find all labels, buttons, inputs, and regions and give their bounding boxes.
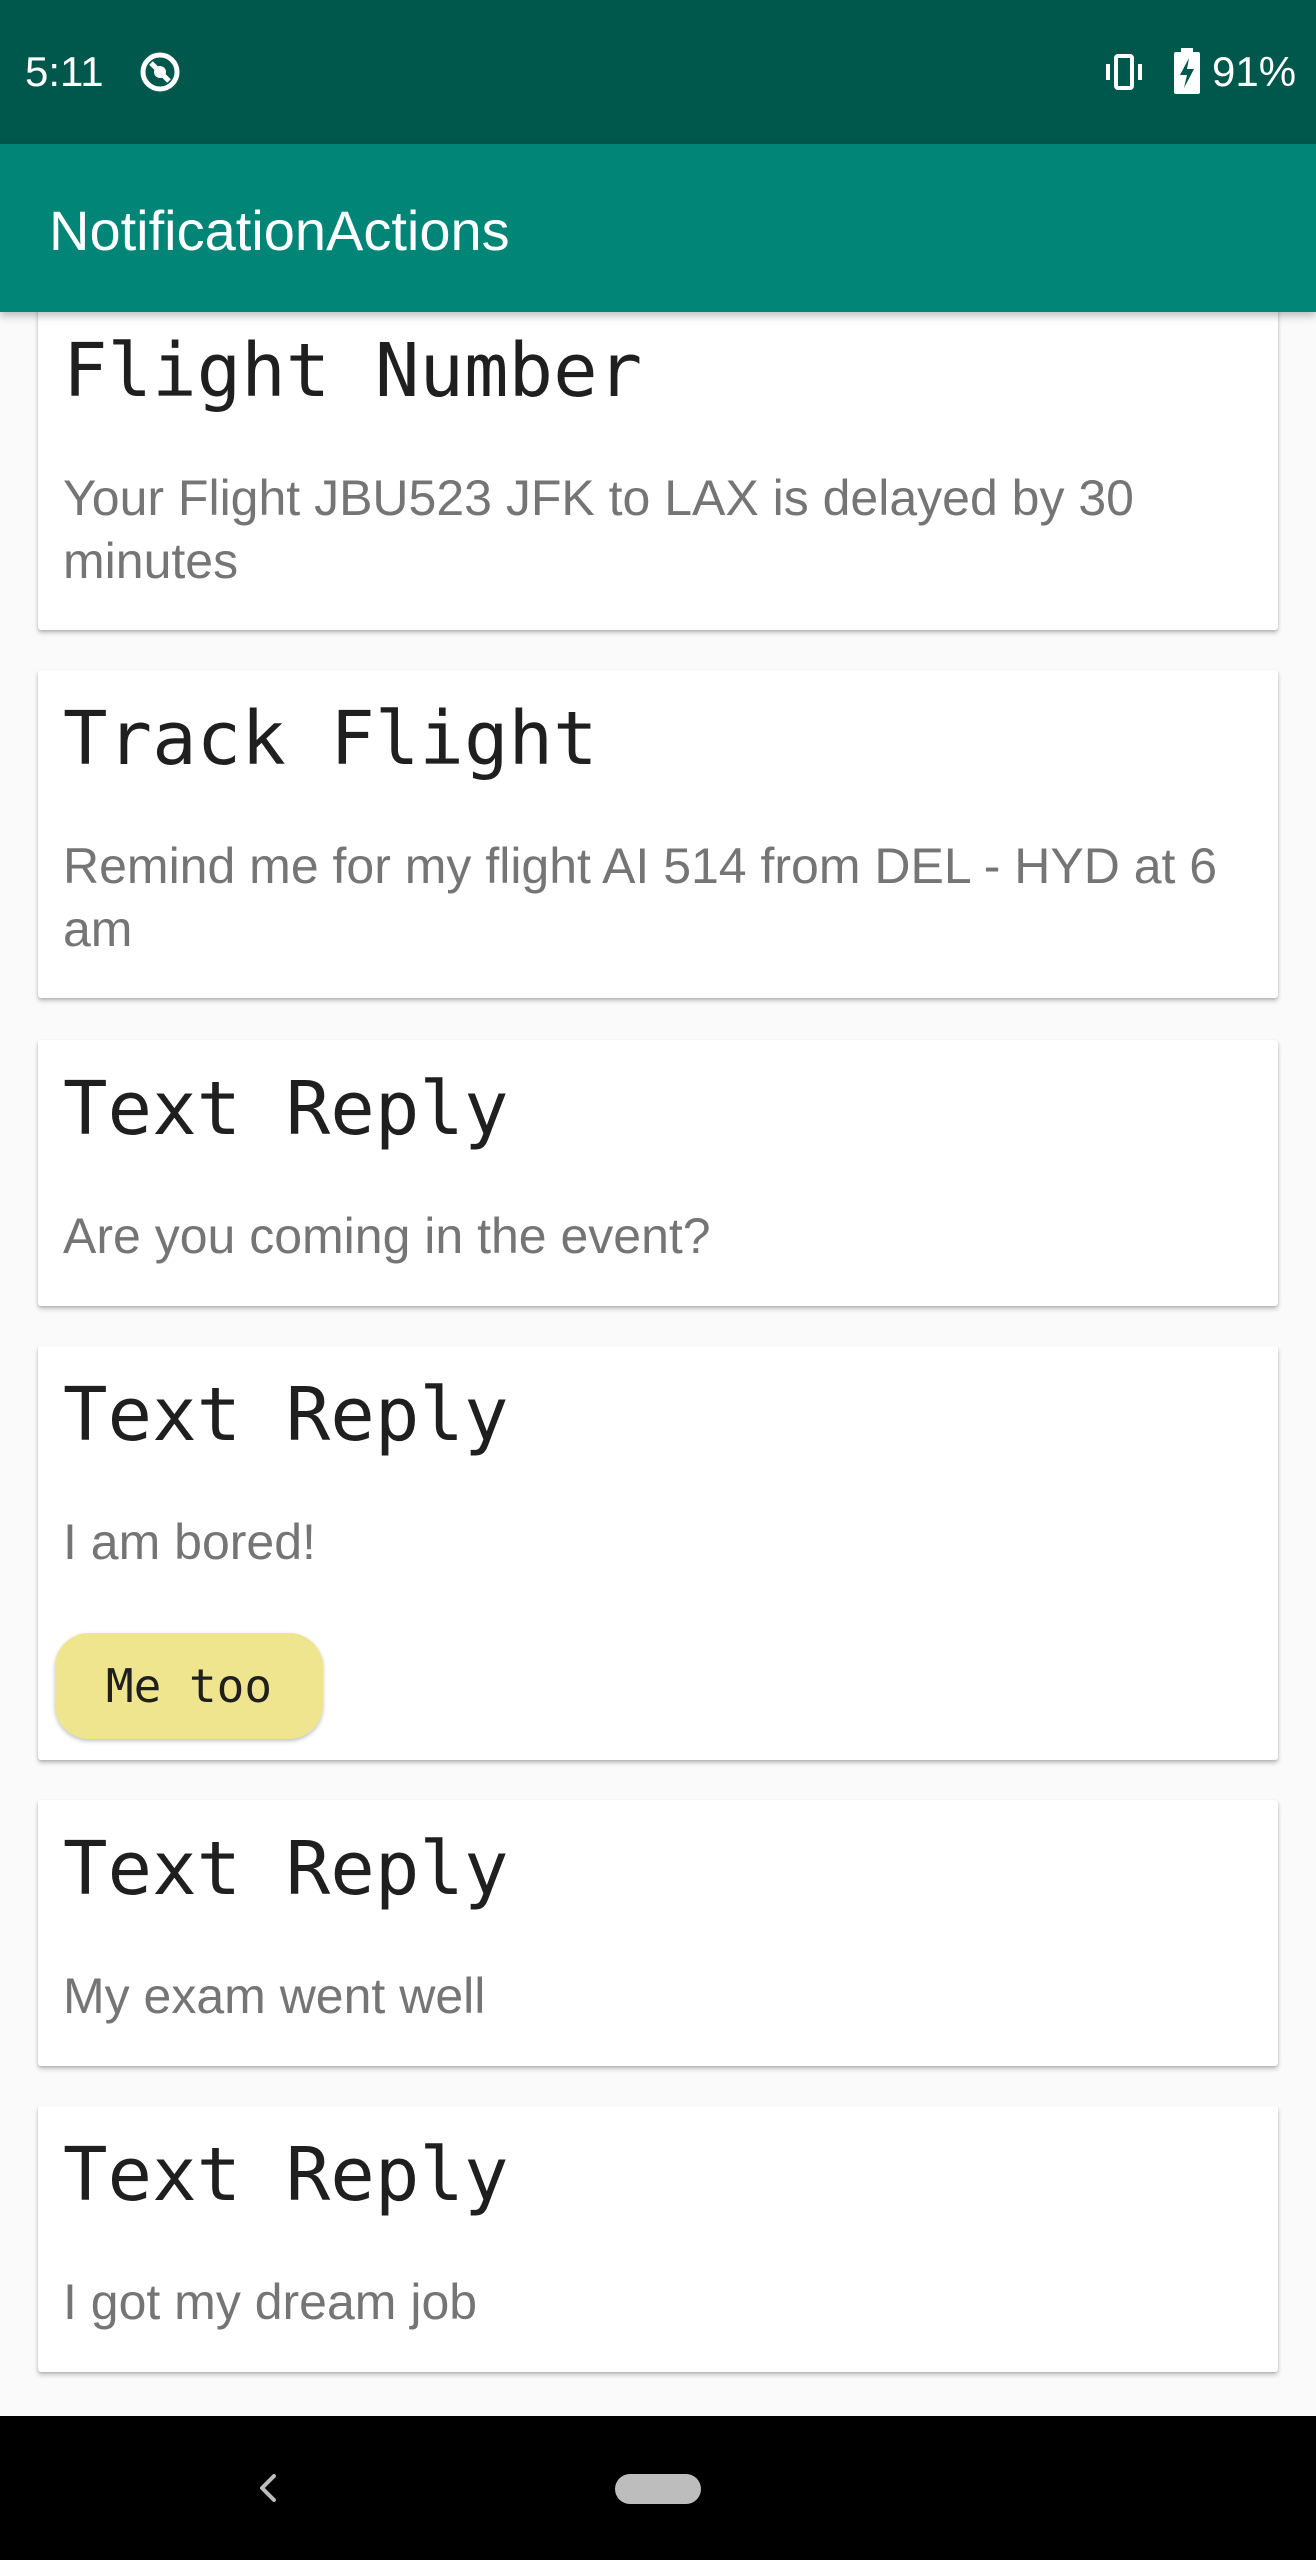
notification-list[interactable]: Flight Number Your Flight JBU523 JFK to … <box>0 312 1316 2416</box>
back-icon[interactable] <box>248 2464 288 2512</box>
battery-percent: 91% <box>1212 48 1297 95</box>
card-body: Are you coming in the event? <box>63 1208 711 1264</box>
status-time: 5:11 <box>25 48 104 95</box>
vibrate-icon <box>1106 54 1142 90</box>
card-flight-number[interactable]: Flight Number Your Flight JBU523 JFK to … <box>38 312 1278 630</box>
card-body: My exam went well <box>63 1968 486 2024</box>
card-body: Remind me for my flight AI 514 from DEL … <box>63 838 1218 957</box>
card-title: Flight Number <box>63 328 643 414</box>
card-body: Your Flight JBU523 JFK to LAX is delayed… <box>63 470 1134 589</box>
card-text-reply[interactable]: Text Reply I got my dream job <box>38 2106 1278 2372</box>
sync-icon <box>140 52 180 92</box>
navigation-bar <box>0 2416 1316 2560</box>
card-title: Track Flight <box>63 696 598 782</box>
reply-chip-button[interactable]: Me too <box>55 1633 323 1739</box>
app-title: NotificationActions <box>49 199 510 262</box>
card-text-reply[interactable]: Text Reply My exam went well <box>38 1800 1278 2066</box>
card-body: I am bored! <box>63 1514 316 1570</box>
status-bar: 5:11 91% <box>0 0 1316 144</box>
card-title: Text Reply <box>63 1372 509 1458</box>
card-track-flight[interactable]: Track Flight Remind me for my flight AI … <box>38 670 1278 998</box>
card-title: Text Reply <box>63 1066 509 1152</box>
battery-charging-icon <box>1174 48 1200 94</box>
card-title: Text Reply <box>63 2132 509 2218</box>
card-title: Text Reply <box>63 1826 509 1912</box>
home-pill-button[interactable] <box>615 2474 701 2504</box>
card-body: I got my dream job <box>63 2274 478 2330</box>
app-bar: NotificationActions <box>0 144 1316 312</box>
card-text-reply[interactable]: Text Reply I am bored! Me too <box>38 1346 1278 1760</box>
card-text-reply[interactable]: Text Reply Are you coming in the event? <box>38 1040 1278 1306</box>
